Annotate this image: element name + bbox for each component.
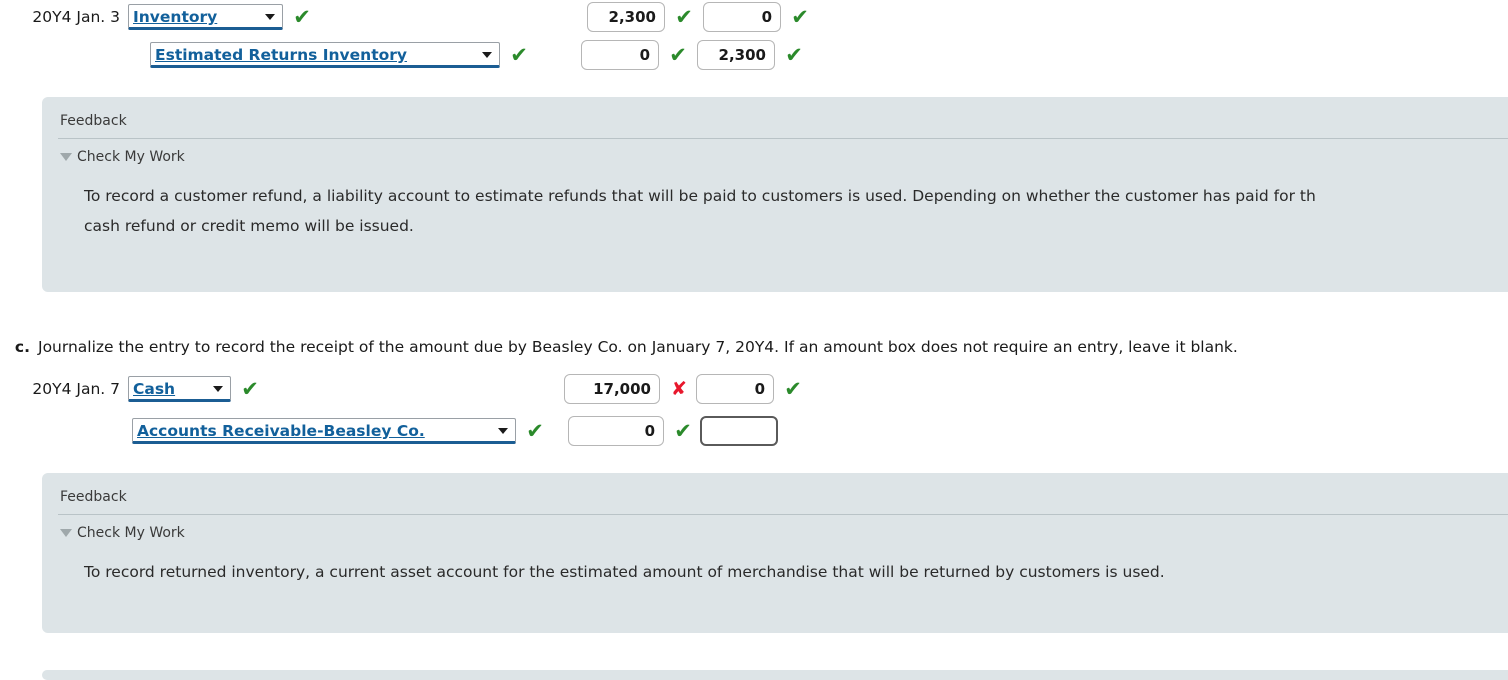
- feedback-title: Feedback: [58, 111, 1508, 138]
- debit-amount-input[interactable]: [581, 40, 659, 70]
- feedback-body-line: To record a customer refund, a liability…: [84, 181, 1508, 211]
- account-correct-icon: ✔: [522, 421, 548, 442]
- account-select-wrapper: Inventory: [128, 4, 283, 30]
- account-correct-icon: ✔: [506, 45, 532, 66]
- credit-amount-input[interactable]: [697, 40, 775, 70]
- account-select-wrapper: Cash: [128, 376, 231, 402]
- debit-correct-icon: ✔: [670, 421, 696, 442]
- entry-date: 20Y4 Jan. 7: [0, 380, 128, 398]
- credit-amount-input[interactable]: [700, 416, 778, 446]
- account-select-estimated-returns-inventory[interactable]: Estimated Returns Inventory: [150, 42, 500, 68]
- feedback-panel-c: Feedback Check My Work To record returne…: [42, 473, 1508, 633]
- feedback-panel-b: Feedback Check My Work To record a custo…: [42, 97, 1508, 292]
- check-my-work-label: Check My Work: [77, 525, 185, 541]
- credit-correct-icon: ✔: [780, 379, 806, 400]
- account-select-inventory[interactable]: Inventory: [128, 4, 283, 30]
- journal-entry-row: Accounts Receivable-Beasley Co. ✔ ✔: [0, 410, 1508, 452]
- journal-entry-b: 20Y4 Jan. 3 Inventory ✔ ✔ ✔ Estimated Re…: [0, 0, 1508, 76]
- account-select-wrapper: Estimated Returns Inventory: [150, 42, 500, 68]
- part-letter: c.: [0, 338, 38, 356]
- feedback-body: To record a customer refund, a liability…: [58, 165, 1508, 241]
- journal-entry-row: 20Y4 Jan. 3 Inventory ✔ ✔ ✔: [0, 0, 1508, 34]
- check-my-work-toggle[interactable]: Check My Work: [58, 525, 1508, 541]
- account-select-wrapper: Accounts Receivable-Beasley Co.: [132, 418, 516, 444]
- debit-incorrect-icon: ✘: [666, 380, 692, 399]
- triangle-collapse-icon[interactable]: [60, 529, 72, 537]
- credit-amount-input[interactable]: [703, 2, 781, 32]
- part-c-question-text: Journalize the entry to record the recei…: [38, 338, 1238, 356]
- journal-entry-row: Estimated Returns Inventory ✔ ✔ ✔: [0, 34, 1508, 76]
- account-correct-icon: ✔: [237, 379, 263, 400]
- check-my-work-label: Check My Work: [77, 149, 185, 165]
- entry-date: 20Y4 Jan. 3: [0, 8, 128, 26]
- debit-amount-input[interactable]: [568, 416, 664, 446]
- journal-entry-row: 20Y4 Jan. 7 Cash ✔ ✘ ✔: [0, 368, 1508, 410]
- debit-amount-input[interactable]: [587, 2, 665, 32]
- divider: [58, 514, 1508, 515]
- account-correct-icon: ✔: [289, 7, 315, 28]
- debit-amount-input[interactable]: [564, 374, 660, 404]
- credit-correct-icon: ✔: [781, 45, 807, 66]
- journal-entry-c: 20Y4 Jan. 7 Cash ✔ ✘ ✔ Accounts Receivab…: [0, 368, 1508, 452]
- triangle-collapse-icon[interactable]: [60, 153, 72, 161]
- account-select-accounts-receivable-beasley[interactable]: Accounts Receivable-Beasley Co.: [132, 418, 516, 444]
- feedback-body: To record returned inventory, a current …: [58, 541, 1508, 587]
- account-select-cash[interactable]: Cash: [128, 376, 231, 402]
- debit-correct-icon: ✔: [665, 45, 691, 66]
- divider: [58, 138, 1508, 139]
- next-feedback-panel: [42, 670, 1508, 680]
- credit-correct-icon: ✔: [787, 7, 813, 28]
- feedback-body-line: To record returned inventory, a current …: [84, 557, 1508, 587]
- feedback-body-line: cash refund or credit memo will be issue…: [84, 211, 1508, 241]
- feedback-title: Feedback: [58, 487, 1508, 514]
- debit-correct-icon: ✔: [671, 7, 697, 28]
- part-c-heading: c. Journalize the entry to record the re…: [0, 338, 1508, 356]
- check-my-work-toggle[interactable]: Check My Work: [58, 149, 1508, 165]
- credit-amount-input[interactable]: [696, 374, 774, 404]
